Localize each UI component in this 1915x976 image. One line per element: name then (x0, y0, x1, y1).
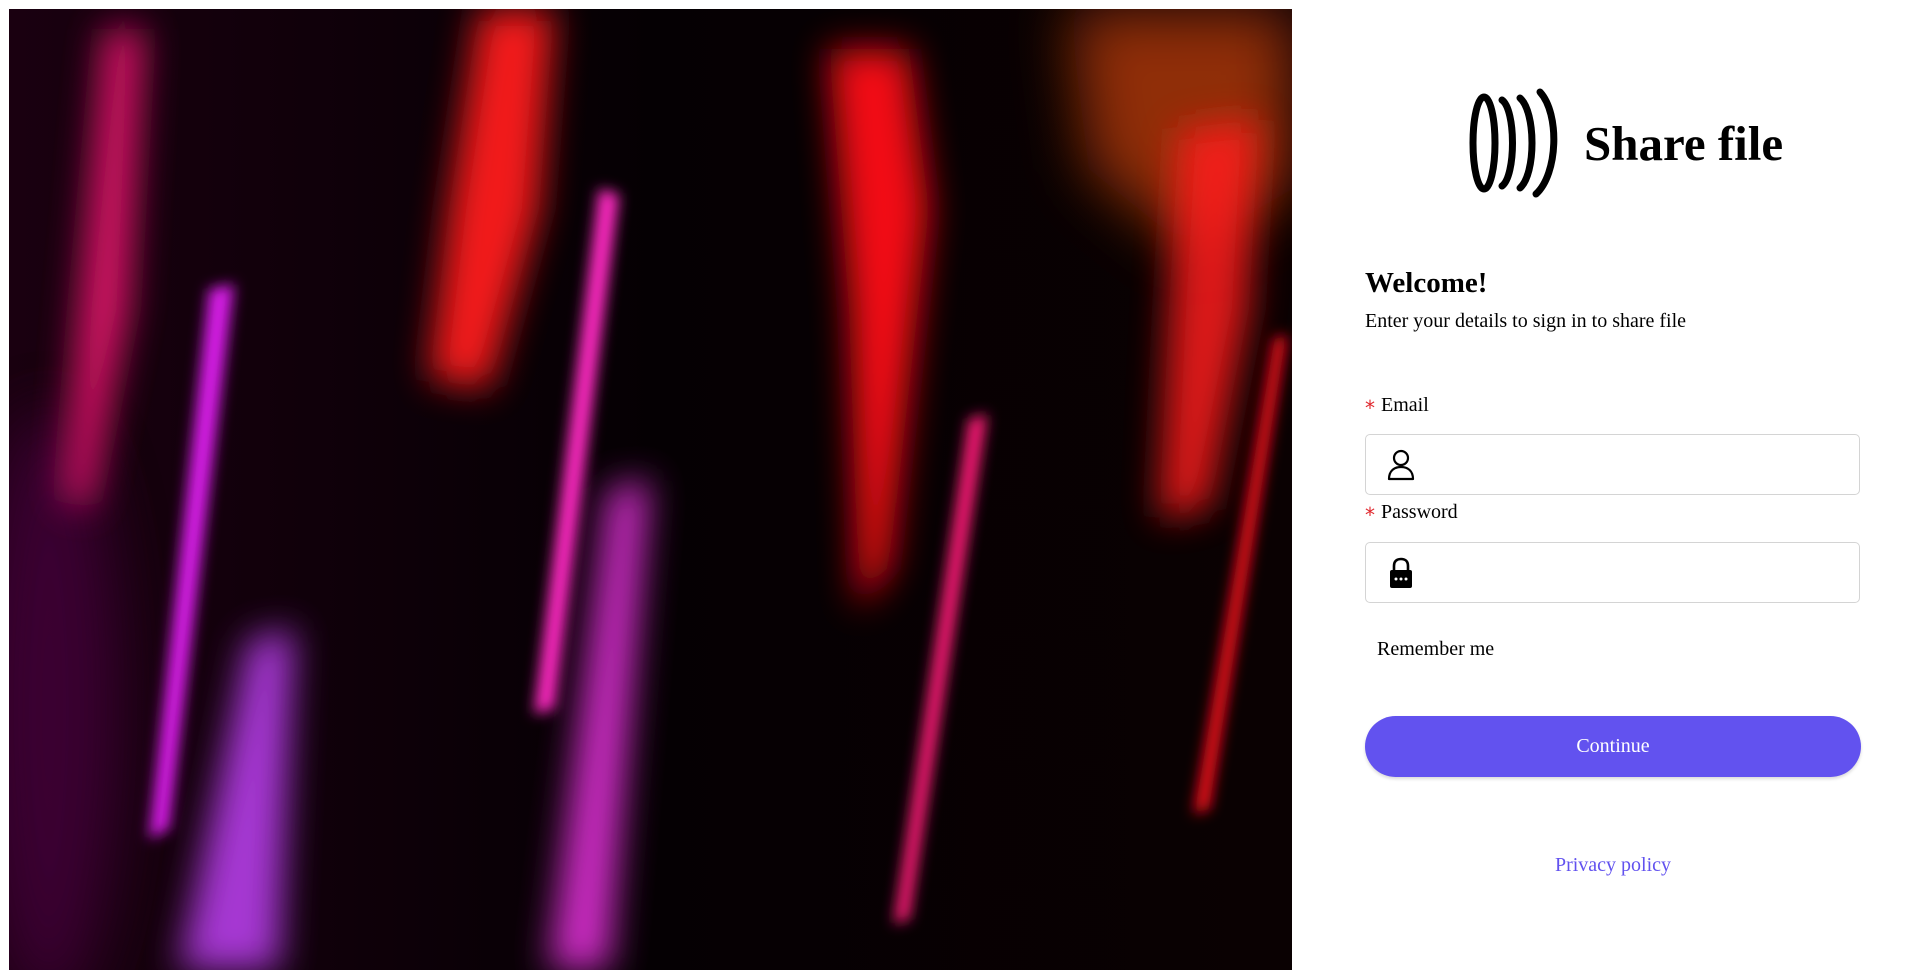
email-input[interactable] (1430, 434, 1859, 495)
brand-name: Share file (1584, 115, 1784, 171)
email-field[interactable] (1365, 434, 1860, 495)
login-page: Share file Welcome! Enter your details t… (0, 0, 1915, 976)
user-icon (1387, 449, 1415, 480)
continue-button[interactable]: Continue (1365, 716, 1861, 777)
required-marker: * (1365, 503, 1375, 527)
email-label: * Email (1365, 393, 1429, 420)
lock-icon (1390, 557, 1412, 588)
password-input[interactable] (1430, 542, 1859, 603)
password-label: * Password (1365, 500, 1458, 527)
signin-panel: Share file Welcome! Enter your details t… (1292, 0, 1915, 976)
sound-waves-icon (1469, 88, 1558, 198)
light-streaks-artwork (9, 9, 1292, 970)
required-marker: * (1365, 396, 1375, 420)
password-field[interactable] (1365, 542, 1860, 603)
hero-image (9, 9, 1292, 970)
password-label-text: Password (1381, 501, 1458, 523)
brand-header: Share file (1464, 88, 1783, 198)
signin-subtitle: Enter your details to sign in to share f… (1365, 310, 1687, 332)
email-label-text: Email (1381, 394, 1429, 416)
welcome-heading: Welcome! (1365, 267, 1488, 299)
privacy-policy-link[interactable]: Privacy policy (1365, 854, 1861, 877)
remember-me-checkbox[interactable]: Remember me (1377, 637, 1494, 661)
